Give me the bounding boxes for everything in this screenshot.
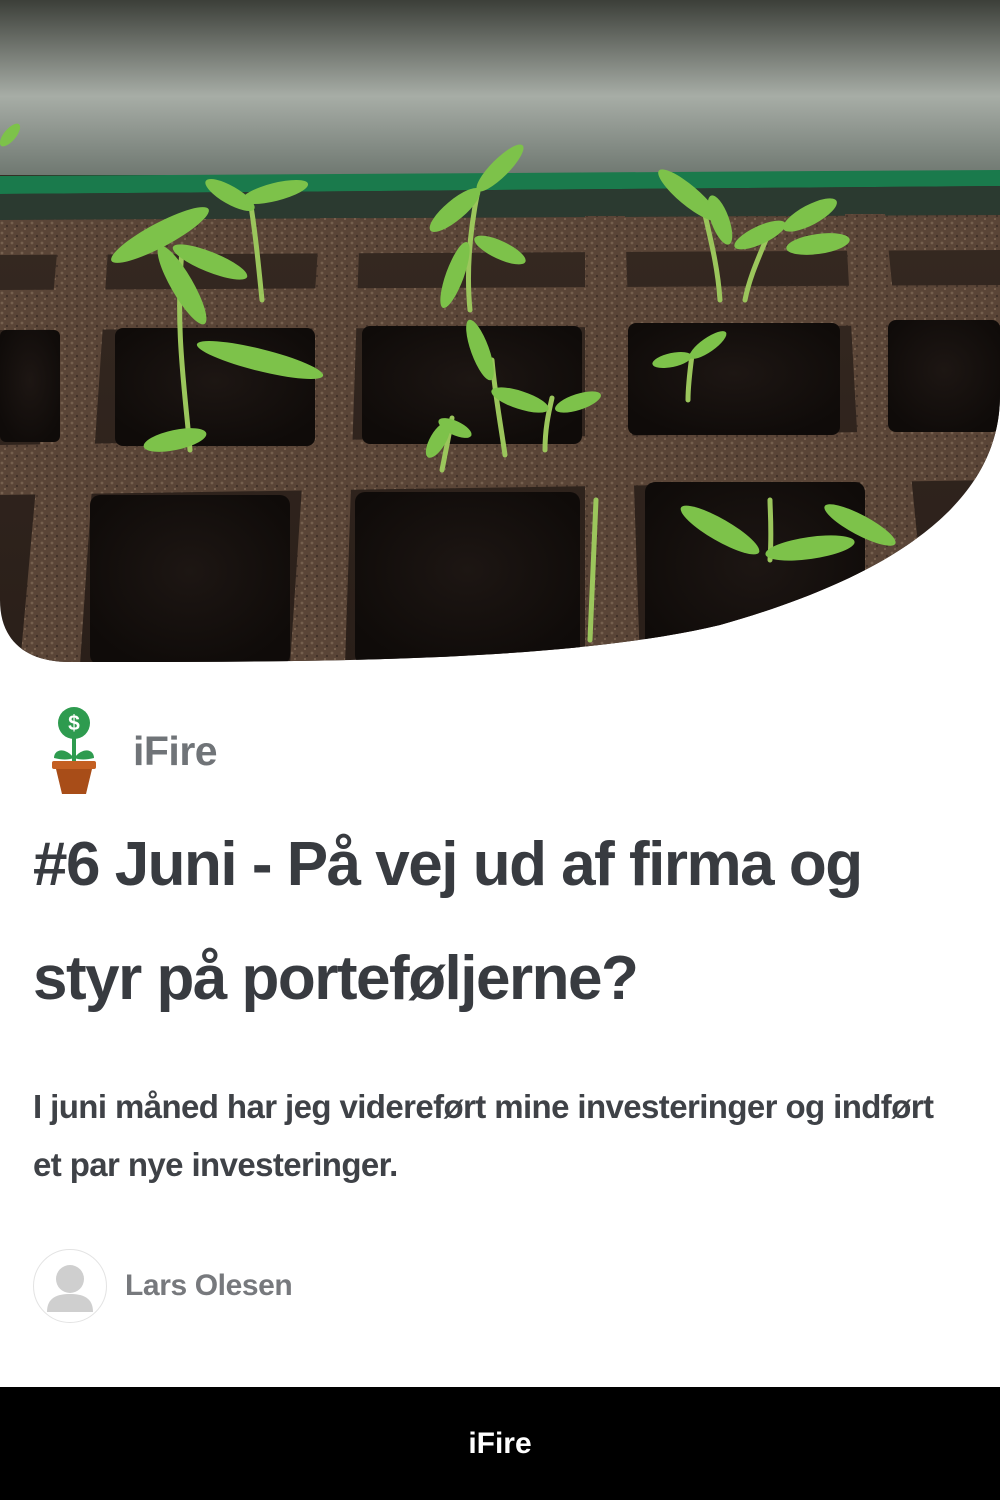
author-name: Lars Olesen	[125, 1269, 293, 1302]
default-user-avatar-icon	[33, 1249, 107, 1323]
author-byline[interactable]: Lars Olesen	[33, 1249, 293, 1323]
hero-image[interactable]	[0, 0, 1000, 665]
money-plant-pot-icon: $	[52, 707, 96, 794]
footer-bar: iFire	[0, 1387, 1000, 1500]
dollar-sign: $	[68, 712, 80, 735]
brand[interactable]: $ iFire	[48, 706, 218, 796]
article-card: $ iFire #6 Juni - På vej ud af firma og …	[0, 0, 1000, 1500]
brand-name: iFire	[133, 727, 218, 774]
footer-label: iFire	[468, 1426, 532, 1460]
article-title[interactable]: #6 Juni - På vej ud af firma og styr på …	[33, 808, 973, 1036]
article-subtitle: I juni måned har jeg videreført mine inv…	[33, 1088, 934, 1183]
